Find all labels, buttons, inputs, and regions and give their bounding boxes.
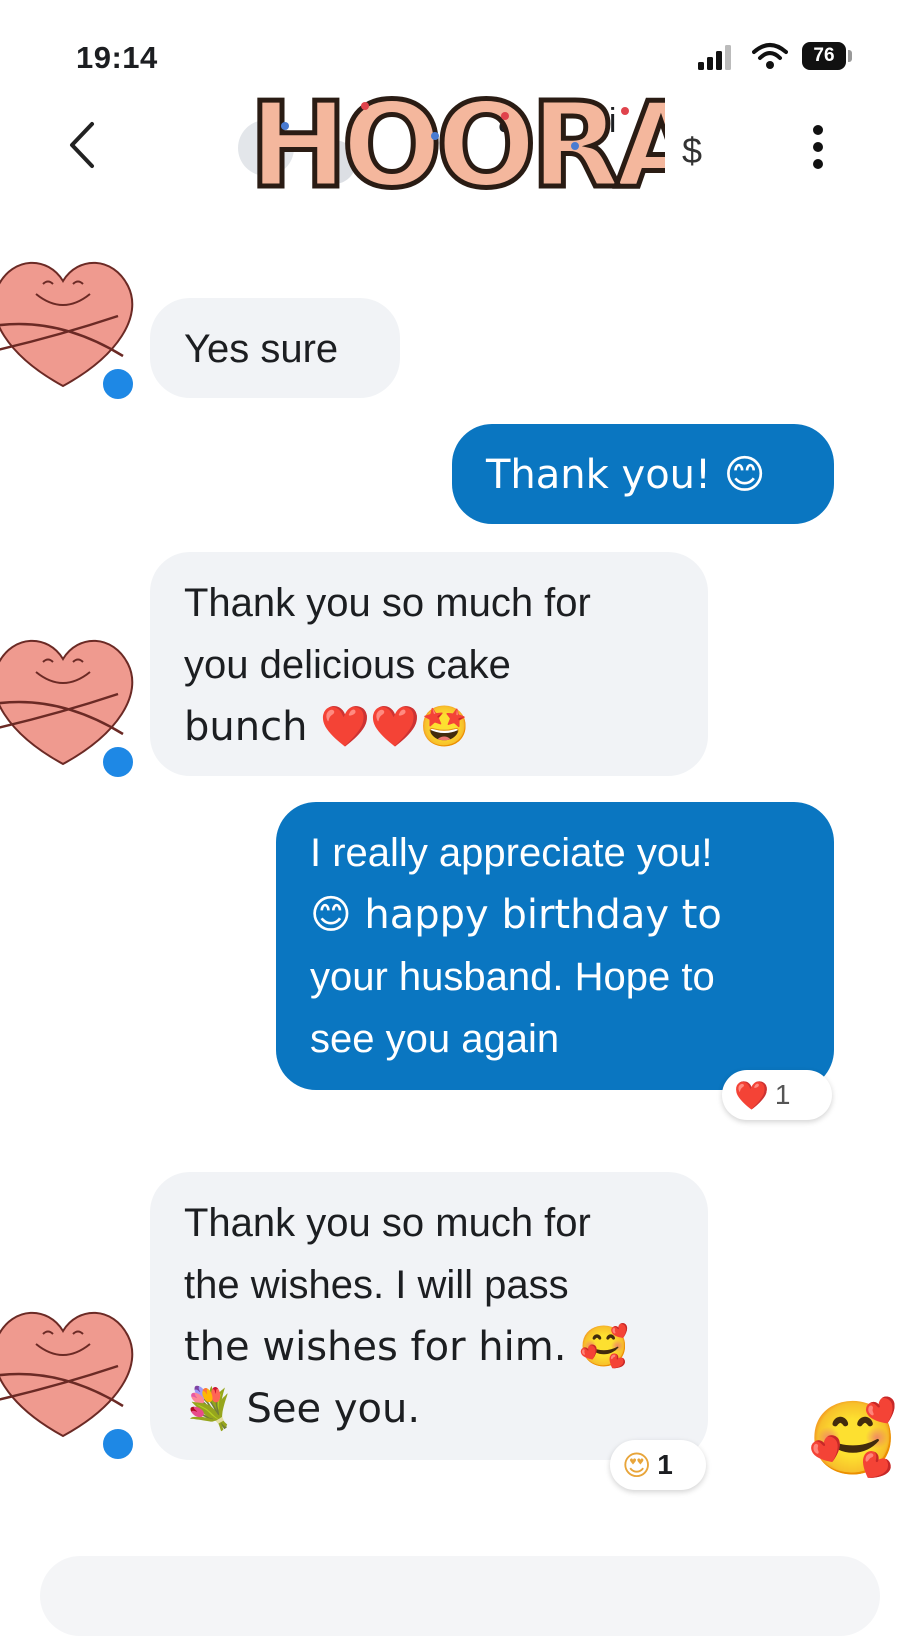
- message-line: Thank you so much for: [184, 1201, 591, 1245]
- message-line: I really appreciate you!: [310, 831, 713, 875]
- message-line: Thank you! 😊: [486, 452, 766, 498]
- reaction-badge[interactable]: 😍 1: [610, 1440, 706, 1490]
- message-line: Yes sure: [184, 327, 339, 371]
- wifi-icon: [752, 42, 788, 75]
- message-line: Thank you so much for: [184, 581, 591, 625]
- messenger-badge-icon: [100, 744, 136, 780]
- message-bubble-incoming[interactable]: Thank you so much for the wishes. I will…: [150, 1172, 708, 1460]
- battery-tip: [848, 50, 852, 62]
- hooray-sticker: HOORAY: [245, 66, 785, 217]
- payment-button[interactable]: $: [682, 130, 702, 172]
- composer-bar[interactable]: [40, 1556, 880, 1636]
- message-line: your husband. Hope to: [310, 955, 715, 999]
- battery-icon: 76: [802, 42, 846, 70]
- message-line: the wishes for him. 🥰: [184, 1324, 629, 1370]
- hooray-text: HOORAY: [249, 76, 665, 206]
- messenger-badge-icon: [100, 366, 136, 402]
- more-vertical-icon[interactable]: [808, 124, 828, 175]
- message-line: 😊 happy birthday to: [310, 892, 722, 938]
- reaction-badge[interactable]: ❤️ 1: [722, 1070, 832, 1120]
- heart-reaction-icon: ❤️: [734, 1078, 769, 1112]
- message-line: the wishes. I will pass: [184, 1263, 569, 1307]
- messenger-badge-icon: [100, 1426, 136, 1462]
- heart-eyes-reaction-icon: 😍: [622, 1448, 652, 1482]
- message-bubble-incoming[interactable]: Thank you so much for you delicious cake…: [150, 552, 708, 776]
- reaction-count: 1: [657, 1449, 673, 1480]
- message-bubble-outgoing[interactable]: I really appreciate you! 😊 happy birthda…: [276, 802, 834, 1090]
- message-line: you delicious cake: [184, 643, 511, 687]
- message-line: 💐 See you.: [184, 1386, 421, 1432]
- contact-avatar[interactable]: [0, 1296, 138, 1446]
- message-line: see you again: [310, 1017, 560, 1061]
- reaction-count: 1: [774, 1079, 791, 1110]
- back-chevron-icon[interactable]: [64, 120, 100, 175]
- message-bubble-outgoing[interactable]: Thank you! 😊: [452, 424, 834, 524]
- smiling-hearts-emoji-icon: 🥰: [808, 1396, 898, 1480]
- message-line: bunch ❤️❤️🤩: [184, 704, 470, 750]
- status-time: 19:14: [76, 40, 158, 75]
- signal-icon: [698, 44, 738, 75]
- message-bubble-incoming[interactable]: Yes sure: [150, 298, 400, 398]
